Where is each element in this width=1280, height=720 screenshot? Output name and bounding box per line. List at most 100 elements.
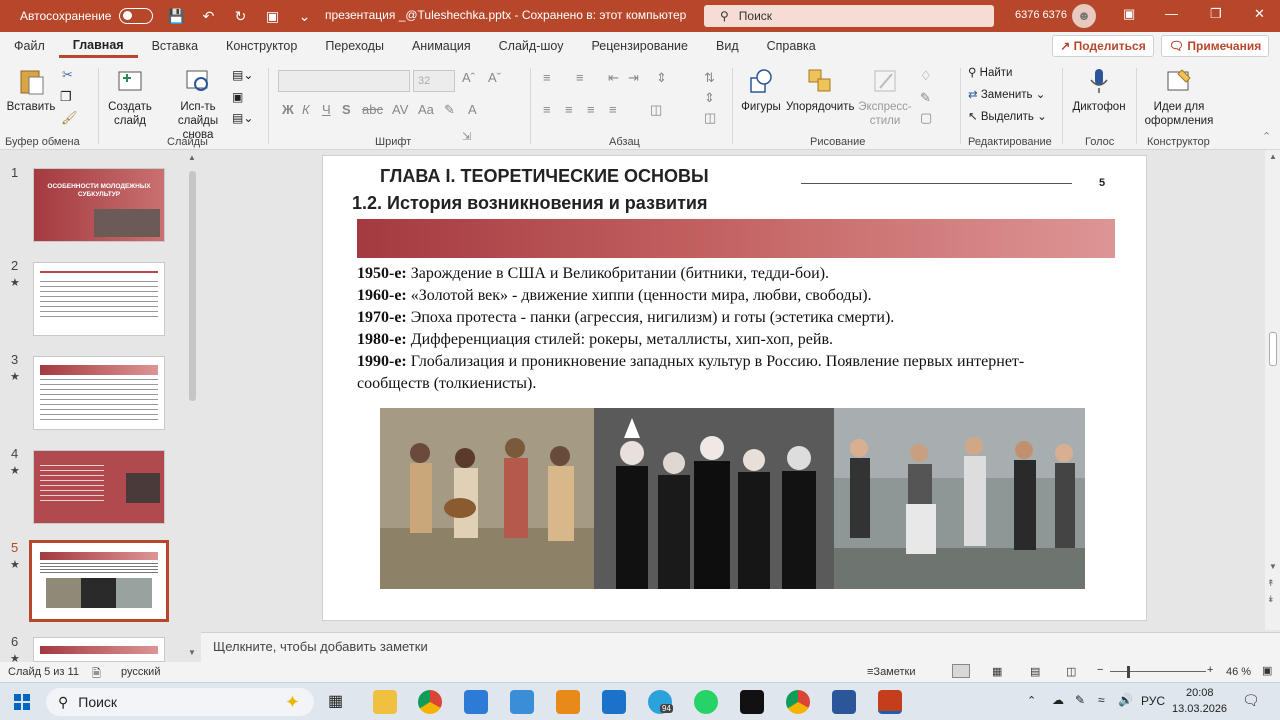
present-icon[interactable]: ▣: [263, 8, 281, 25]
tab-view[interactable]: Вид: [702, 39, 753, 53]
slide-scrollbar[interactable]: ▲ ▼ ↟ ↡: [1265, 150, 1280, 630]
autosave-toggle[interactable]: [119, 8, 154, 24]
slide-body-text[interactable]: 1950-е: Зарождение в США и Великобритани…: [357, 263, 1077, 395]
outlook-icon[interactable]: [602, 690, 626, 714]
shape-outline-icon[interactable]: ✎: [920, 90, 931, 106]
arrange-button[interactable]: Упорядочить: [786, 66, 854, 114]
pen-icon[interactable]: ✎: [1075, 693, 1085, 707]
search-box[interactable]: ⚲ Поиск: [704, 5, 994, 27]
shadow-icon[interactable]: S: [342, 102, 351, 117]
numbering-icon[interactable]: ≡: [576, 70, 584, 85]
bold-icon[interactable]: Ж: [282, 102, 294, 117]
justify-icon[interactable]: ≡: [609, 102, 617, 117]
tab-insert[interactable]: Вставка: [138, 39, 212, 53]
copy-icon[interactable]: ❐: [60, 90, 72, 104]
reuse-slides-button[interactable]: Исп-ть слайды снова: [166, 66, 230, 142]
chrome-profile-icon[interactable]: [786, 690, 810, 714]
reading-view-icon[interactable]: ▤: [1030, 665, 1040, 678]
increase-font-icon[interactable]: Aˆ: [462, 70, 475, 85]
comments-button[interactable]: 🗨 Примечания: [1161, 35, 1269, 57]
app-icon-black[interactable]: [740, 690, 764, 714]
clock-date[interactable]: 13.03.2026: [1172, 703, 1227, 715]
restore-icon[interactable]: ❐: [1210, 6, 1222, 22]
slide-thumbnail-6[interactable]: [33, 637, 165, 662]
save-icon[interactable]: 💾: [167, 8, 185, 25]
align-text-icon[interactable]: ⇕: [704, 90, 715, 106]
decrease-indent-icon[interactable]: ⇤: [608, 70, 619, 86]
shape-effects-icon[interactable]: ▢: [920, 110, 932, 126]
notifications-icon[interactable]: 🗨: [1242, 692, 1260, 709]
store-icon[interactable]: [464, 690, 488, 714]
tab-transitions[interactable]: Переходы: [311, 39, 398, 53]
zoom-out-icon[interactable]: −: [1097, 664, 1103, 676]
zoom-in-icon[interactable]: +: [1207, 664, 1213, 676]
input-language[interactable]: РУС: [1141, 694, 1165, 708]
slide-thumbnail-1[interactable]: ОСОБЕННОСТИ МОЛОДЕЖНЫХ СУБКУЛЬТУР: [33, 168, 165, 242]
hiphop-dance-photo[interactable]: [834, 408, 1085, 589]
close-icon[interactable]: ✕: [1254, 6, 1265, 22]
format-painter-icon[interactable]: 🖌: [61, 111, 78, 125]
chrome-icon[interactable]: [418, 690, 442, 714]
cut-icon[interactable]: ✂: [62, 68, 73, 82]
tab-help[interactable]: Справка: [753, 39, 830, 53]
replace-button[interactable]: ⇄ Заменить ⌄: [968, 88, 1045, 102]
notes-pane[interactable]: Щелкните, чтобы добавить заметки: [201, 632, 1280, 662]
goth-photo[interactable]: [594, 408, 834, 589]
minimize-icon[interactable]: —: [1165, 6, 1178, 21]
slideshow-view-icon[interactable]: ◫: [1066, 665, 1076, 678]
windows-start-icon[interactable]: [14, 694, 30, 710]
wifi-icon[interactable]: ≈: [1098, 693, 1105, 707]
thumbnails-scrollbar[interactable]: ▲ ▼: [186, 153, 198, 658]
font-name-dropdown[interactable]: [278, 70, 410, 92]
line-spacing-icon[interactable]: ⇕: [656, 70, 667, 86]
notes-toggle-button[interactable]: ≡Заметки: [867, 666, 916, 678]
new-slide-button[interactable]: Создать слайд: [104, 66, 156, 128]
text-direction-icon[interactable]: ⇅: [704, 70, 715, 86]
hippie-photo[interactable]: [380, 408, 594, 589]
slide-subheading[interactable]: 1.2. История возникновения и развития: [352, 193, 708, 214]
char-spacing-icon[interactable]: AV: [392, 102, 408, 117]
slide-thumbnail-4[interactable]: [33, 450, 165, 524]
paste-button[interactable]: Вставить: [6, 66, 56, 114]
volume-icon[interactable]: 🔊: [1118, 693, 1133, 707]
clock-time[interactable]: 20:08: [1186, 687, 1214, 699]
current-slide[interactable]: ГЛАВА I. ТЕОРЕТИЧЕСКИЕ ОСНОВЫ 1.2. Истор…: [322, 155, 1147, 621]
underline-icon[interactable]: Ч: [322, 102, 331, 117]
redo-icon[interactable]: ↻: [231, 8, 249, 25]
section-icon[interactable]: ▤⌄: [232, 111, 253, 125]
select-button[interactable]: ↖ Выделить ⌄: [968, 110, 1047, 124]
slide-thumbnail-3[interactable]: [33, 356, 165, 430]
italic-icon[interactable]: К: [302, 102, 310, 117]
subculture-photos[interactable]: [380, 408, 1085, 589]
designer-button[interactable]: Идеи для оформления: [1143, 66, 1215, 128]
shapes-button[interactable]: Фигуры: [738, 66, 784, 114]
tab-home[interactable]: Главная: [58, 34, 138, 58]
sublime-icon[interactable]: [556, 690, 580, 714]
find-button[interactable]: ⚲ Найти: [968, 66, 1012, 80]
slide-heading[interactable]: ГЛАВА I. ТЕОРЕТИЧЕСКИЕ ОСНОВЫ: [380, 166, 709, 187]
font-size-dropdown[interactable]: 32: [413, 70, 455, 92]
strikethrough-icon[interactable]: abc: [362, 102, 383, 117]
shape-fill-icon[interactable]: ♢: [920, 68, 932, 84]
whatsapp-icon[interactable]: [694, 690, 718, 714]
ribbon-display-icon[interactable]: ▣: [1123, 6, 1135, 22]
columns-icon[interactable]: ◫: [650, 102, 662, 118]
slide-sorter-icon[interactable]: ▦: [992, 665, 1002, 678]
align-left-icon[interactable]: ≡: [543, 102, 551, 117]
quick-styles-button[interactable]: Экспресс- стили: [856, 66, 914, 128]
slide-thumbnail-2[interactable]: [33, 262, 165, 336]
increase-indent-icon[interactable]: ⇥: [628, 70, 639, 86]
avatar[interactable]: ☻: [1072, 4, 1096, 28]
app-icon[interactable]: [510, 690, 534, 714]
dictate-button[interactable]: Диктофон: [1070, 66, 1128, 114]
change-case-icon[interactable]: Aa: [418, 102, 434, 117]
taskbar-search[interactable]: ⚲ Поиск ✦: [46, 688, 314, 716]
smartart-icon[interactable]: ◫: [704, 110, 716, 126]
tab-file[interactable]: Файл: [0, 39, 59, 53]
reset-icon[interactable]: ▣: [232, 90, 243, 104]
tab-slideshow[interactable]: Слайд-шоу: [485, 39, 578, 53]
zoom-slider[interactable]: [1110, 671, 1206, 672]
cloud-icon[interactable]: ☁: [1052, 693, 1064, 707]
tray-chevron-icon[interactable]: ⌃: [1027, 694, 1036, 707]
normal-view-icon[interactable]: [952, 664, 970, 678]
